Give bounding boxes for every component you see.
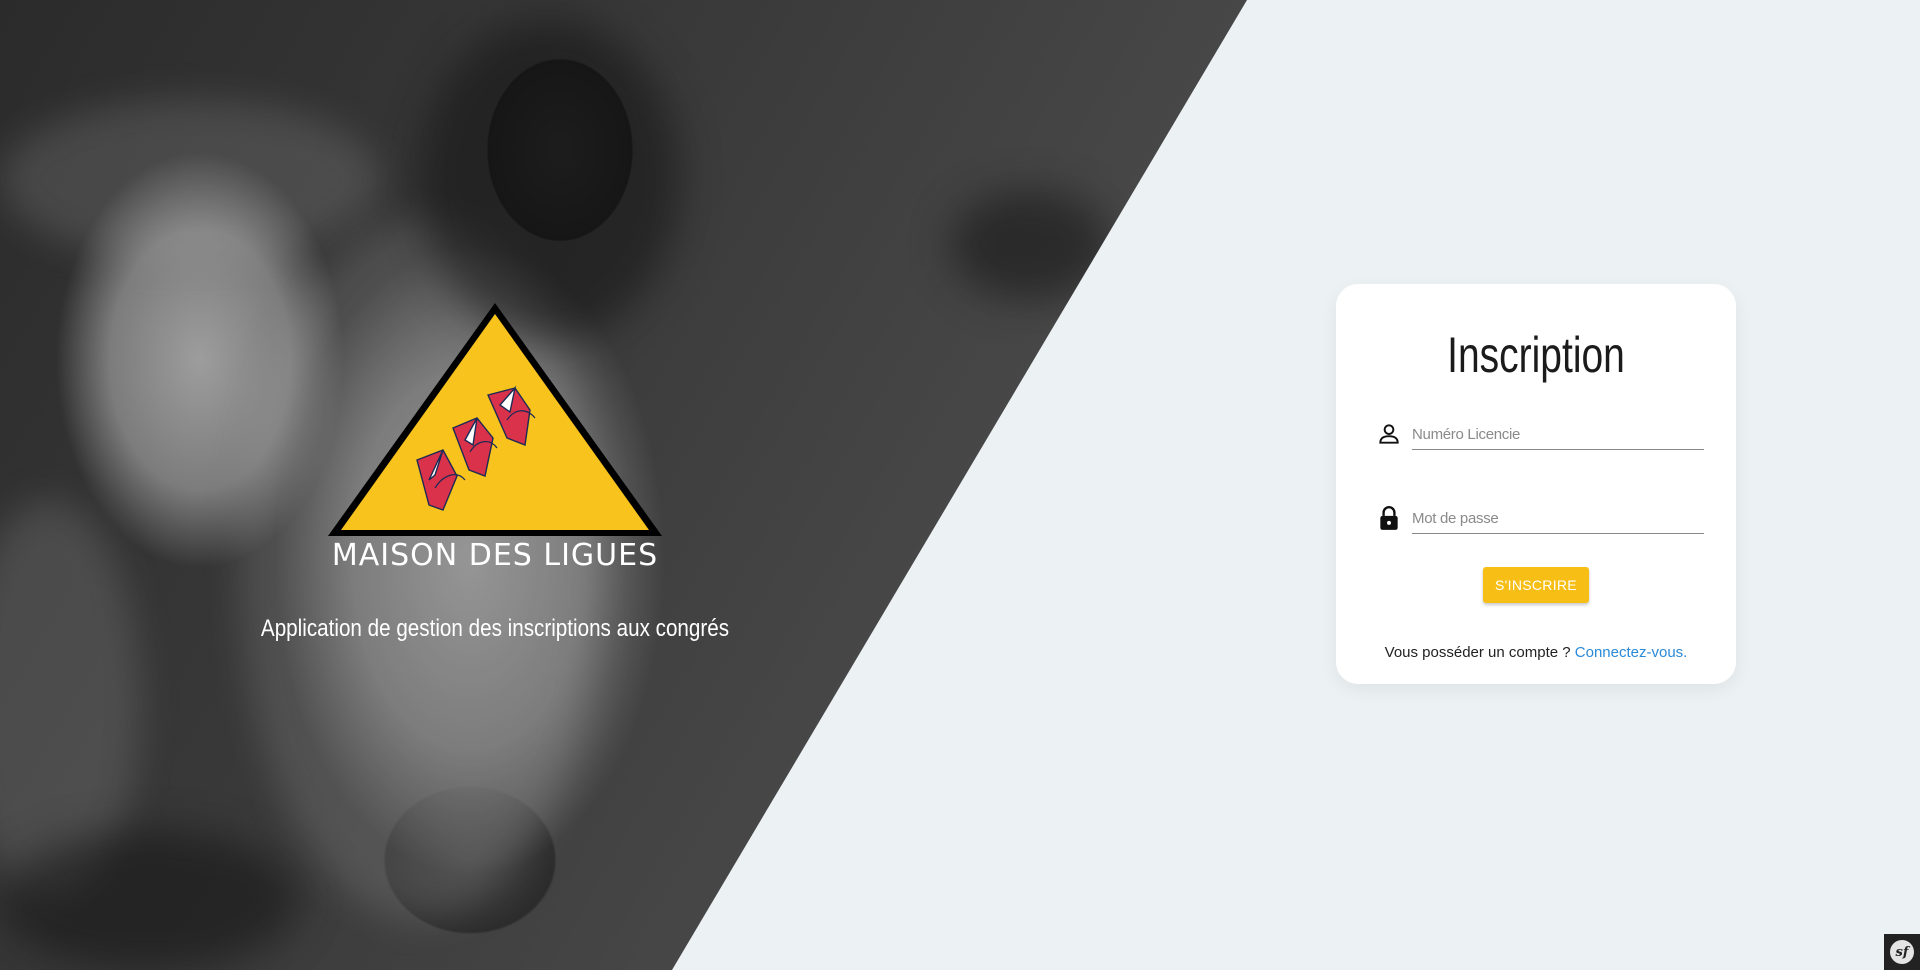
hero-bg-shape (420, 20, 680, 340)
password-field-group (1376, 497, 1706, 541)
symfony-logo-icon: sf (1890, 940, 1914, 964)
license-number-field-group (1376, 413, 1706, 457)
register-button[interactable]: S'INSCRIRE (1483, 567, 1589, 603)
login-prompt: Vous posséder un compte ? Connectez-vous… (1336, 644, 1736, 661)
symfony-debug-toolbar-toggle[interactable]: sf (1884, 934, 1920, 970)
maison-des-ligues-logo: MAISON DES LIGUES (325, 300, 665, 580)
registration-card: Inscription S'INSCRIRE Vous posséder un … (1336, 284, 1736, 684)
login-link[interactable]: Connectez-vous. (1575, 644, 1688, 661)
password-input[interactable] (1412, 503, 1704, 534)
lock-icon (1380, 506, 1398, 530)
page-title: Inscription (1447, 327, 1625, 383)
app-tagline: Application de gestion des inscriptions … (260, 615, 730, 642)
user-icon (1379, 424, 1399, 444)
hero-bg-shape (0, 100, 380, 260)
account-prompt-text: Vous posséder un compte ? (1384, 644, 1571, 661)
logo-text: MAISON DES LIGUES (331, 538, 659, 573)
license-number-input[interactable] (1412, 419, 1704, 450)
hero-bg-shape (950, 190, 1110, 300)
logo-triangle-icon (328, 303, 662, 536)
hero-bg-shape (0, 830, 300, 970)
